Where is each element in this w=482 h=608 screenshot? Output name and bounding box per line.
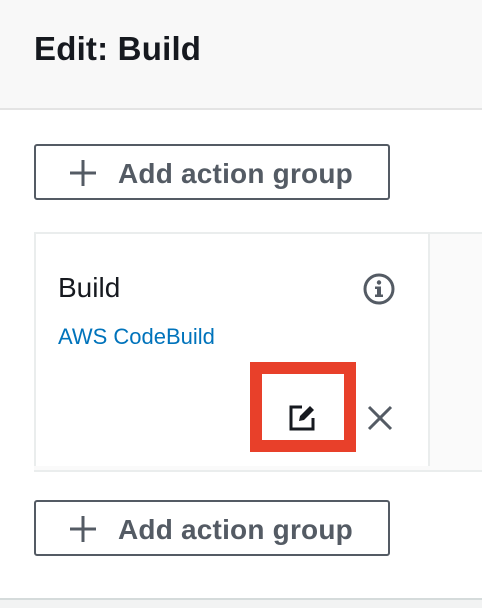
page-title: Edit: Build: [34, 30, 202, 67]
add-action-group-label: Add action group: [118, 514, 353, 545]
page-header: Edit: Build: [0, 0, 482, 110]
add-action-group-button-top[interactable]: Add action group: [34, 144, 390, 200]
close-icon[interactable]: [366, 404, 394, 432]
edit-icon[interactable]: [288, 404, 316, 432]
add-action-group-button-bottom[interactable]: Add action group: [34, 500, 390, 556]
action-card-title: Build: [58, 272, 121, 303]
edit-stage-page: Edit: Build Add action group Build AWS C…: [0, 0, 482, 608]
info-icon[interactable]: [362, 272, 396, 306]
provider-link[interactable]: AWS CodeBuild: [58, 324, 215, 350]
action-card-build: Build AWS CodeBuild: [34, 234, 430, 466]
action-group-row: Build AWS CodeBuild: [34, 232, 482, 472]
add-action-group-label: Add action group: [118, 158, 353, 189]
plus-icon: [70, 516, 96, 542]
plus-icon: [70, 160, 96, 186]
page-footer-divider: [0, 598, 482, 608]
